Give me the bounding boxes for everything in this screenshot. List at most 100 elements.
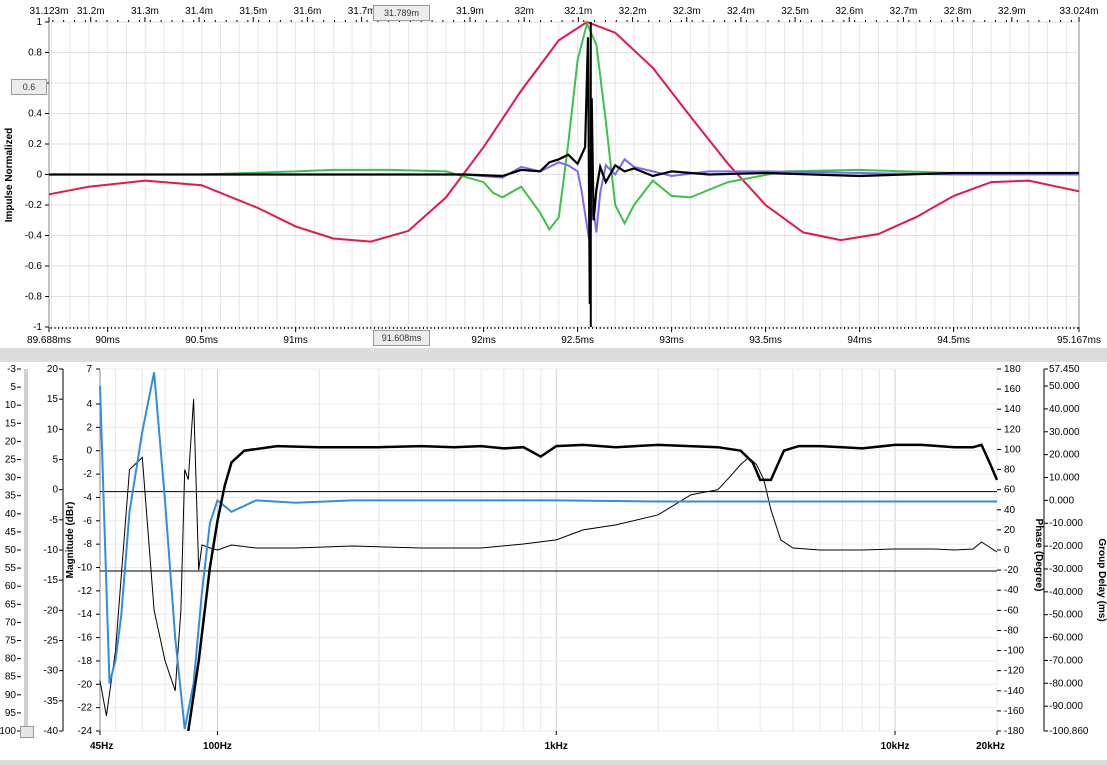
- phase-tick-label: 180: [1004, 364, 1021, 375]
- outer-left-tick-label: 35: [5, 491, 17, 502]
- mag-tick-label: -8: [83, 539, 92, 550]
- outer-left-tick-label: 85: [5, 672, 17, 683]
- mag-tick-label: -24: [78, 726, 93, 737]
- inner-left-tick-label: 0: [52, 485, 58, 496]
- cursor-top-readout[interactable]: 31.789m: [373, 5, 430, 21]
- gd-tick-label: -60.000: [1049, 633, 1083, 644]
- phase-tick-label: -140: [1004, 686, 1024, 697]
- inner-left-tick-label: -35: [44, 696, 59, 707]
- phase-tick-label: 140: [1004, 404, 1021, 415]
- group-delay-axis-label: Group Delay (ms): [1096, 538, 1107, 621]
- phase-tick-label: -120: [1004, 666, 1024, 677]
- x-tick-label: 10kHz: [881, 741, 910, 752]
- gd-tick-label: -30.000: [1049, 564, 1083, 575]
- phase-tick-label: -100: [1004, 646, 1024, 657]
- phase-tick-label: 40: [1004, 505, 1016, 516]
- gd-tick-label: 50.000: [1049, 381, 1080, 392]
- x-tick-label: 45Hz: [90, 741, 113, 752]
- phase-tick-label: 100: [1004, 444, 1021, 455]
- phase-tick-label: -160: [1004, 706, 1024, 717]
- phase-tick-label: -40: [1004, 585, 1019, 596]
- mag-tick-label: 4: [86, 399, 92, 410]
- phase-tick-label: 20: [1004, 525, 1016, 536]
- x-tick-label: 100Hz: [203, 741, 232, 752]
- gd-tick-label: -90.000: [1049, 701, 1083, 712]
- outer-left-tick-label: 65: [5, 599, 17, 610]
- outer-left-tick-label: 55: [5, 563, 17, 574]
- gd-tick-label: 57.450: [1049, 364, 1080, 375]
- mag-tick-label: -2: [83, 469, 92, 480]
- inner-left-tick-label: 10: [47, 424, 59, 435]
- vertical-slider-track[interactable]: [24, 369, 28, 729]
- inner-left-tick-label: -10: [44, 545, 59, 556]
- gd-tick-label: -10.000: [1049, 518, 1083, 529]
- outer-left-tick-label: 40: [5, 509, 17, 520]
- outer-left-tick-label: 15: [5, 418, 17, 429]
- phase-tick-label: 120: [1004, 424, 1021, 435]
- inner-left-tick-label: -25: [44, 636, 59, 647]
- mag-tick-label: -16: [78, 633, 93, 644]
- inner-left-tick-label: 5: [52, 455, 58, 466]
- inner-left-tick-label: -5: [49, 515, 58, 526]
- outer-left-tick-label: 100: [0, 726, 16, 737]
- mag-tick-label: 0: [86, 446, 92, 457]
- outer-left-tick-label: 30: [5, 473, 17, 484]
- outer-left-tick-label: -3: [7, 364, 16, 375]
- mag-tick-label: -12: [78, 586, 93, 597]
- x-tick-label: 1kHz: [545, 741, 568, 752]
- mag-tick-label: -22: [78, 703, 93, 714]
- outer-left-tick-label: 10: [5, 400, 17, 411]
- outer-left-tick-label: 50: [5, 545, 17, 556]
- phase-tick-label: 60: [1004, 485, 1016, 496]
- outer-left-tick-label: 45: [5, 527, 17, 538]
- mag-tick-label: 2: [86, 422, 92, 433]
- inner-left-tick-label: -20: [44, 605, 59, 616]
- gd-tick-label: -80.000: [1049, 678, 1083, 689]
- inner-left-tick-label: -15: [44, 575, 59, 586]
- mag-tick-label: 7: [86, 364, 92, 375]
- phase-tick-label: -60: [1004, 605, 1019, 616]
- phase-tick-label: -180: [1004, 726, 1024, 737]
- gd-tick-label: 20.000: [1049, 450, 1080, 461]
- gd-tick-label: -40.000: [1049, 587, 1083, 598]
- inner-left-tick-label: -30: [44, 666, 59, 677]
- phase-tick-label: 160: [1004, 384, 1021, 395]
- mag-tick-label: -10: [78, 563, 93, 574]
- outer-left-tick-label: 95: [5, 708, 17, 719]
- mag-tick-label: -20: [78, 679, 93, 690]
- outer-left-tick-label: 90: [5, 690, 17, 701]
- outer-left-tick-label: 70: [5, 617, 17, 628]
- vertical-slider-thumb[interactable]: [20, 726, 34, 738]
- gd-tick-label: -20.000: [1049, 541, 1083, 552]
- inner-left-tick-label: -40: [44, 726, 59, 737]
- cursor-bottom-readout[interactable]: 91.608ms: [373, 330, 430, 346]
- gd-tick-label: -50.000: [1049, 610, 1083, 621]
- cursor-y-readout[interactable]: 0.6: [11, 79, 47, 95]
- gd-tick-label: -100.860: [1049, 726, 1089, 737]
- frequency-chart: 7420-2-4-6-8-10-12-14-16-18-20-22-241801…: [0, 364, 1107, 752]
- mag-tick-label: -14: [78, 609, 93, 620]
- gd-tick-label: -70.000: [1049, 655, 1083, 666]
- phase-tick-label: -80: [1004, 625, 1019, 636]
- magnitude-axis-label: Magnitude (dBr): [65, 502, 76, 579]
- gd-tick-label: 0.000: [1049, 495, 1074, 506]
- inner-left-tick-label: 20: [47, 364, 59, 375]
- outer-left-tick-label: 80: [5, 654, 17, 665]
- gd-tick-label: 40.000: [1049, 404, 1080, 415]
- mag-tick-label: -18: [78, 656, 93, 667]
- phase-axis-label: Phase (Degree): [1033, 519, 1044, 592]
- outer-left-tick-label: 60: [5, 581, 17, 592]
- phase-tick-label: 80: [1004, 465, 1016, 476]
- outer-left-tick-label: 20: [5, 436, 17, 447]
- mag-tick-label: -6: [83, 516, 92, 527]
- outer-left-tick-label: 25: [5, 455, 17, 466]
- x-tick-label: 20kHz: [976, 741, 1005, 752]
- phase-tick-label: -20: [1004, 565, 1019, 576]
- outer-left-tick-label: 5: [10, 382, 16, 393]
- mag-tick-label: -4: [83, 492, 92, 503]
- outer-left-tick-label: 75: [5, 636, 17, 647]
- inner-left-tick-label: 15: [47, 394, 59, 405]
- gd-tick-label: 30.000: [1049, 427, 1080, 438]
- gd-tick-label: 10.000: [1049, 473, 1080, 484]
- phase-tick-label: 0: [1004, 545, 1010, 556]
